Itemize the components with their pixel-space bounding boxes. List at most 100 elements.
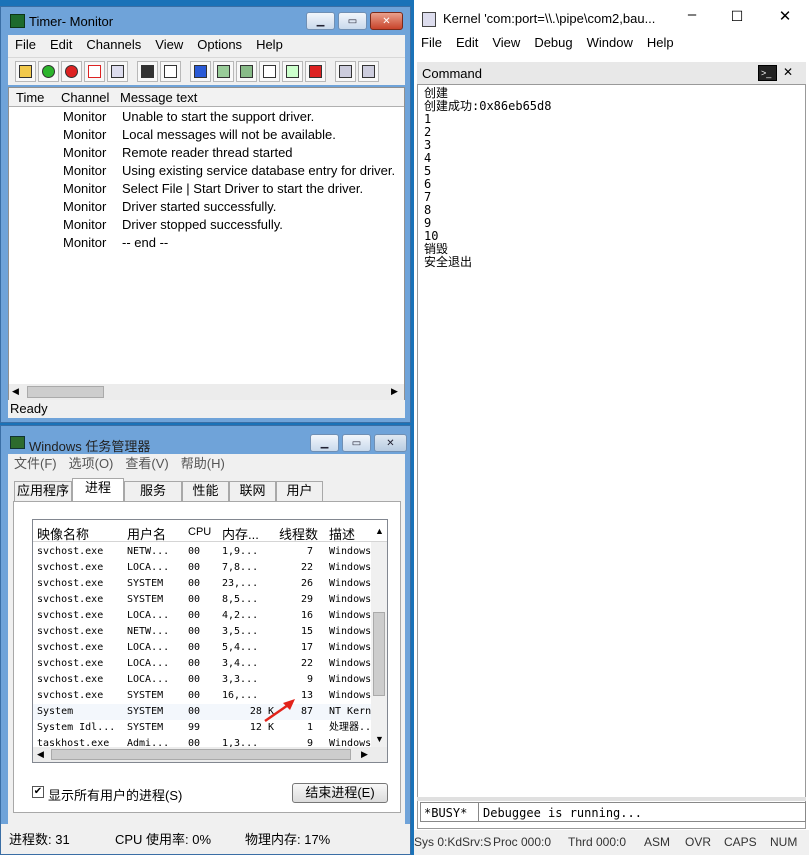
- column-message[interactable]: Message text: [120, 90, 197, 105]
- message-row[interactable]: Monitor Using existing service database e…: [9, 163, 404, 181]
- save-log-icon[interactable]: [236, 61, 257, 82]
- menu-channels[interactable]: Channels: [79, 35, 148, 57]
- computer-icon[interactable]: [335, 61, 356, 82]
- end-process-button[interactable]: 结束进程(E): [292, 783, 388, 803]
- column-threads[interactable]: 线程数: [279, 524, 318, 543]
- column-memory[interactable]: 内存...: [222, 524, 259, 543]
- menu-help[interactable]: 帮助(H): [175, 454, 231, 476]
- menu-view[interactable]: View: [485, 33, 527, 55]
- process-desc: Windows: [329, 674, 372, 685]
- highlight-icon[interactable]: [282, 61, 303, 82]
- process-row[interactable]: System SYSTEM 00 28 K 87 NT Kern: [33, 704, 373, 720]
- process-name: svchost.exe: [37, 594, 104, 605]
- scroll-left-icon[interactable]: ◀: [12, 386, 19, 397]
- capture-icon[interactable]: [213, 61, 234, 82]
- menu-options[interactable]: 选项(O): [63, 454, 120, 476]
- menu-options[interactable]: Options: [190, 35, 249, 57]
- show-all-users-label[interactable]: 显示所有用户的进程(S): [48, 785, 182, 804]
- tab-performance[interactable]: 性能: [182, 481, 229, 501]
- process-row[interactable]: svchost.exe LOCA... 00 3,3... 9 Windows: [33, 672, 373, 688]
- maximize-button[interactable]: ▭: [342, 434, 371, 452]
- scroll-right-icon[interactable]: ▶: [391, 386, 398, 397]
- process-row[interactable]: svchost.exe NETW... 00 1,9... 7 Windows: [33, 544, 373, 560]
- command-input[interactable]: Debuggee is running...: [483, 806, 642, 820]
- message-row[interactable]: Monitor Driver stopped successfully.: [9, 217, 404, 235]
- close-button[interactable]: ✕: [770, 7, 800, 25]
- message-row[interactable]: Monitor Local messages will not be availa…: [9, 127, 404, 145]
- column-channel[interactable]: Channel: [61, 90, 109, 105]
- process-row[interactable]: svchost.exe LOCA... 00 3,4... 22 Windows: [33, 656, 373, 672]
- column-user[interactable]: 用户名: [127, 524, 166, 543]
- save-icon[interactable]: [137, 61, 158, 82]
- message-row[interactable]: Monitor Select File | Start Driver to sta…: [9, 181, 404, 199]
- close-button[interactable]: ✕: [370, 12, 403, 30]
- menu-debug[interactable]: Debug: [527, 33, 579, 55]
- open-icon[interactable]: [15, 61, 36, 82]
- delete-icon[interactable]: [84, 61, 105, 82]
- stop-icon[interactable]: [61, 61, 82, 82]
- scroll-thumb[interactable]: [373, 612, 385, 696]
- process-cpu: 00: [188, 674, 201, 685]
- menu-help[interactable]: Help: [640, 33, 681, 55]
- tab-processes[interactable]: 进程: [72, 478, 124, 502]
- vertical-scrollbar[interactable]: ▼: [371, 542, 387, 747]
- scroll-thumb[interactable]: [51, 749, 351, 760]
- clear-icon[interactable]: [259, 61, 280, 82]
- font-icon[interactable]: [160, 61, 181, 82]
- menu-file[interactable]: File: [8, 35, 43, 57]
- chevron-down-icon[interactable]: ▼: [375, 734, 384, 744]
- console-icon[interactable]: >_: [758, 65, 777, 81]
- title-bar[interactable]: Timer- Monitor ▁ ▭ ✕: [1, 7, 410, 35]
- column-cpu[interactable]: CPU: [188, 526, 211, 538]
- column-time[interactable]: Time: [16, 90, 44, 105]
- process-user: NETW...: [127, 626, 170, 637]
- menu-view[interactable]: 查看(V): [119, 454, 174, 476]
- autoscroll-icon[interactable]: [190, 61, 211, 82]
- go-icon[interactable]: [38, 61, 59, 82]
- process-row[interactable]: svchost.exe LOCA... 00 5,4... 17 Windows: [33, 640, 373, 656]
- menu-window[interactable]: Window: [580, 33, 640, 55]
- scroll-left-icon[interactable]: ◀: [37, 749, 44, 760]
- menu-file[interactable]: File: [414, 33, 449, 55]
- message-row[interactable]: Monitor Remote reader thread started: [9, 145, 404, 163]
- process-row[interactable]: System Idl... SYSTEM 99 12 K 1 处理器...: [33, 720, 377, 736]
- message-row[interactable]: Monitor Unable to start the support drive…: [9, 109, 404, 127]
- minimize-button[interactable]: –: [677, 6, 707, 23]
- filter-icon[interactable]: [305, 61, 326, 82]
- horizontal-scrollbar[interactable]: ◀ ▶: [9, 384, 404, 401]
- message-row[interactable]: Monitor -- end --: [9, 235, 404, 253]
- list-header: Time Channel Message text: [9, 88, 404, 107]
- menu-edit[interactable]: Edit: [449, 33, 485, 55]
- menu-file[interactable]: 文件(F): [8, 454, 63, 476]
- show-all-users-checkbox[interactable]: ✔: [32, 786, 44, 798]
- close-button[interactable]: ✕: [374, 434, 407, 452]
- process-row[interactable]: svchost.exe SYSTEM 00 8,5... 29 Windows: [33, 592, 373, 608]
- message-row[interactable]: Monitor Driver started successfully.: [9, 199, 404, 217]
- process-row[interactable]: svchost.exe LOCA... 00 4,2... 16 Windows: [33, 608, 373, 624]
- menu-edit[interactable]: Edit: [43, 35, 79, 57]
- menu-view[interactable]: View: [148, 35, 190, 57]
- scroll-thumb[interactable]: [27, 386, 104, 398]
- tab-users[interactable]: 用户: [276, 481, 323, 501]
- minimize-button[interactable]: ▁: [310, 434, 339, 452]
- pane-splitter[interactable]: [417, 797, 806, 801]
- tab-networking[interactable]: 联网: [229, 481, 276, 501]
- scroll-right-icon[interactable]: ▶: [361, 749, 368, 760]
- tab-services[interactable]: 服务: [124, 481, 182, 501]
- process-row[interactable]: svchost.exe LOCA... 00 7,8... 22 Windows: [33, 560, 373, 576]
- menu-help[interactable]: Help: [249, 35, 290, 57]
- close-pane-icon[interactable]: ✕: [783, 65, 793, 79]
- tab-applications[interactable]: 应用程序: [14, 481, 72, 501]
- column-image-name[interactable]: 映像名称: [37, 524, 89, 543]
- process-row[interactable]: svchost.exe SYSTEM 00 16,... 13 Windows: [33, 688, 373, 704]
- minimize-button[interactable]: ▁: [306, 12, 335, 30]
- column-description[interactable]: 描述: [329, 524, 355, 543]
- horizontal-scrollbar[interactable]: ◀ ▶: [33, 747, 387, 762]
- properties-icon[interactable]: [107, 61, 128, 82]
- chevron-up-icon[interactable]: ▲: [375, 526, 384, 536]
- maximize-button[interactable]: ☐: [722, 8, 752, 25]
- maximize-button[interactable]: ▭: [338, 12, 367, 30]
- process-row[interactable]: svchost.exe NETW... 00 3,5... 15 Windows: [33, 624, 373, 640]
- process-row[interactable]: svchost.exe SYSTEM 00 23,... 26 Windows: [33, 576, 373, 592]
- network-icon[interactable]: [358, 61, 379, 82]
